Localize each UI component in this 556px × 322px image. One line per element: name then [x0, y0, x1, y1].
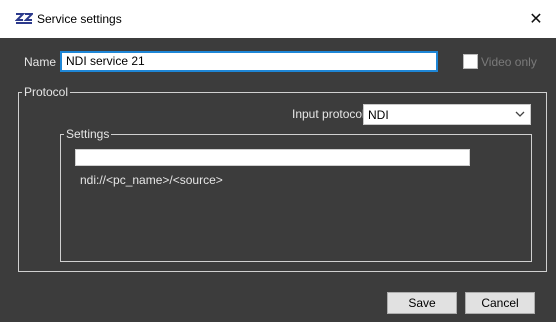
video-only-label[interactable]: Video only: [481, 55, 537, 69]
settings-legend: Settings: [66, 127, 110, 141]
protocol-legend: Protocol: [24, 85, 69, 99]
close-button[interactable]: ✕: [516, 0, 556, 38]
cancel-button[interactable]: Cancel: [465, 292, 535, 314]
service-settings-dialog: Service settings ✕ Name Video only Proto…: [0, 0, 556, 322]
input-protocol-value: NDI: [368, 108, 389, 122]
chevron-down-icon: [515, 111, 525, 117]
source-url-input[interactable]: [75, 149, 470, 166]
close-icon: ✕: [529, 11, 543, 28]
save-button[interactable]: Save: [387, 292, 457, 314]
source-format-hint: ndi://<pc_name>/<source>: [80, 173, 223, 187]
input-protocol-select[interactable]: NDI: [363, 104, 531, 125]
title-bar: Service settings ✕: [0, 0, 556, 38]
window-title: Service settings: [37, 12, 122, 26]
zz-logo-icon: [15, 13, 33, 24]
input-protocol-label: Input protocol: [292, 107, 365, 121]
name-input[interactable]: [60, 51, 438, 72]
name-label: Name: [24, 55, 57, 69]
video-only-checkbox[interactable]: [463, 54, 478, 69]
